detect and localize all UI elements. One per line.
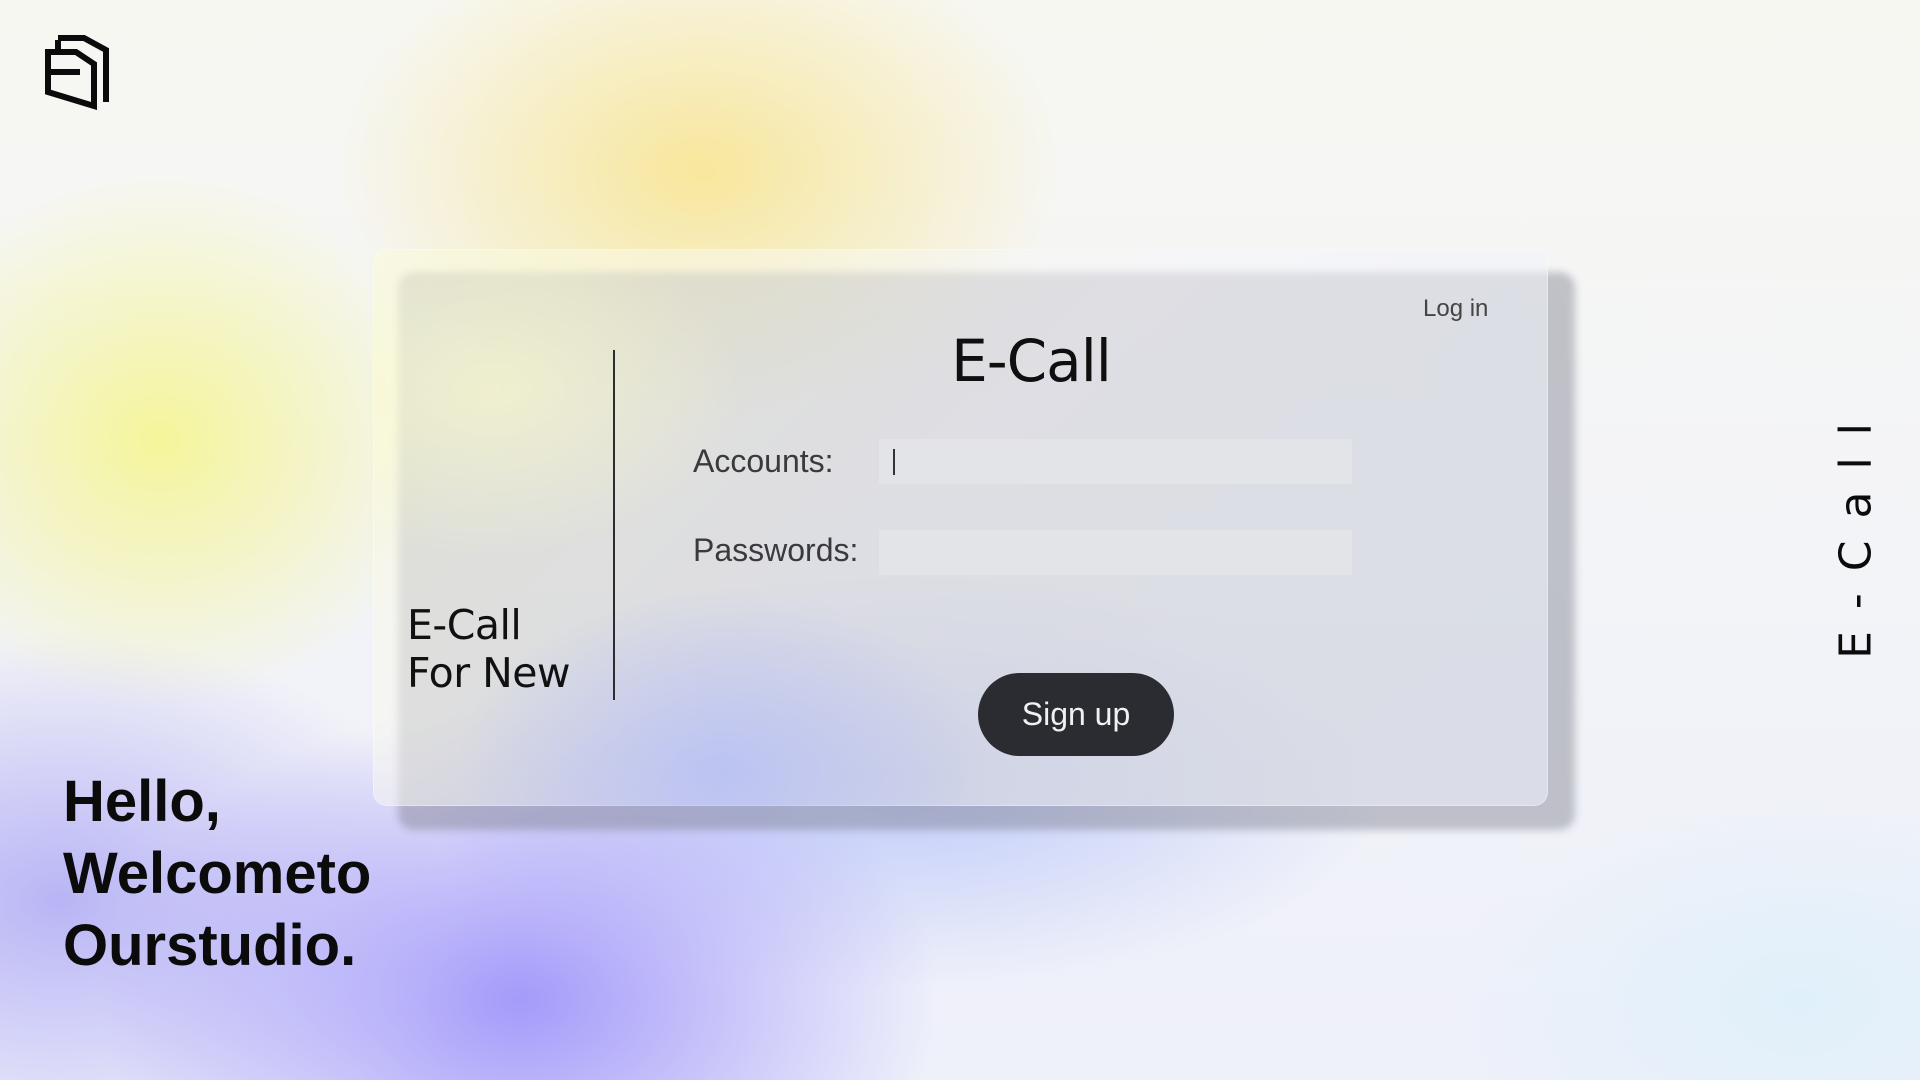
accounts-label: Accounts: — [693, 443, 834, 479]
vertical-brand-text: E-Call — [1830, 401, 1882, 659]
card-tagline: E-Call For New — [407, 601, 571, 697]
signup-button[interactable]: Sign up — [978, 673, 1174, 756]
stacked-e-logo-icon — [45, 35, 109, 110]
greeting-line-1: Hello, — [63, 769, 221, 834]
greeting-line-3: Ourstudio. — [63, 913, 357, 978]
signup-card: E-Call For New Log in E-Call Accounts: P… — [373, 249, 1548, 806]
login-link[interactable]: Log in — [1423, 295, 1488, 323]
greeting-line-2: Welcometo — [63, 841, 372, 906]
vertical-divider — [613, 350, 615, 700]
passwords-input[interactable] — [879, 530, 1352, 575]
passwords-label: Passwords: — [693, 532, 859, 568]
text-caret — [893, 449, 895, 475]
tagline-line-2: For New — [407, 649, 571, 697]
card-title: E-Call — [951, 327, 1112, 395]
accounts-input[interactable] — [879, 439, 1352, 484]
welcome-greeting: Hello, Welcometo Ourstudio. — [63, 766, 371, 982]
tagline-line-1: E-Call — [407, 601, 522, 649]
